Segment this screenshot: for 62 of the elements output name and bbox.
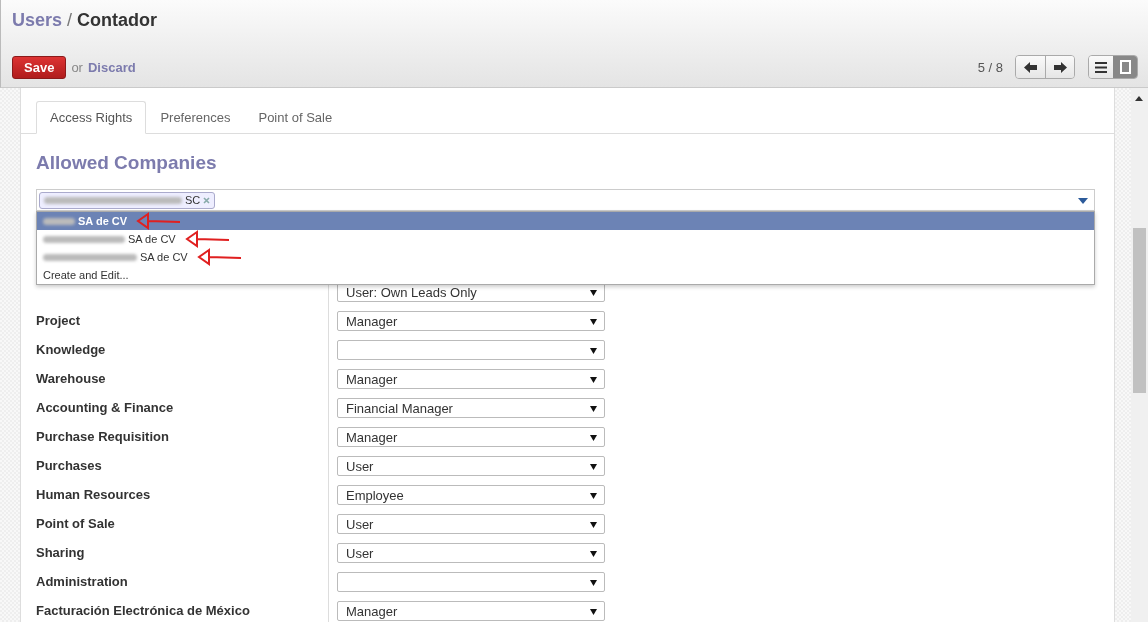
breadcrumb-link[interactable]: Users bbox=[12, 10, 63, 40]
select-field[interactable] bbox=[337, 572, 605, 592]
caret-icon bbox=[590, 319, 597, 325]
field-label: Sharing bbox=[36, 545, 85, 560]
scrollbar-thumb[interactable] bbox=[1133, 228, 1146, 393]
caret-icon bbox=[590, 290, 597, 296]
caret-icon bbox=[590, 435, 597, 441]
dropdown-option[interactable]: SA de CV bbox=[37, 248, 1094, 266]
tab[interactable]: Preferences bbox=[146, 101, 245, 134]
select-field[interactable]: User bbox=[337, 543, 605, 563]
select-field[interactable]: Employee bbox=[337, 485, 605, 505]
caret-icon bbox=[590, 348, 597, 354]
breadcrumb-separator: / bbox=[67, 10, 73, 32]
caret-icon bbox=[590, 580, 597, 586]
scroll-up-icon[interactable] bbox=[1135, 96, 1143, 101]
caret-icon bbox=[590, 609, 597, 615]
field-label: Knowledge bbox=[36, 342, 106, 357]
field-label: Administration bbox=[36, 574, 128, 589]
field-label: Human Resources bbox=[36, 487, 151, 502]
tab[interactable]: Access Rights bbox=[36, 101, 147, 134]
scrollbar[interactable] bbox=[1131, 88, 1148, 622]
pager-counter: 5 / 8 bbox=[977, 59, 1003, 75]
dropdown-option[interactable]: SA de CV bbox=[37, 212, 1094, 230]
select-field[interactable]: User bbox=[337, 456, 605, 476]
field-label: Point of Sale bbox=[36, 516, 115, 531]
or-text: or bbox=[71, 59, 83, 75]
tag-label: SC bbox=[185, 194, 201, 206]
list-view-button[interactable] bbox=[1089, 56, 1113, 78]
select-field[interactable]: Manager bbox=[337, 311, 605, 331]
record-title: Contador bbox=[77, 10, 158, 32]
field-label: Warehouse bbox=[36, 371, 106, 386]
select-field[interactable]: Manager bbox=[337, 601, 605, 621]
caret-icon bbox=[590, 522, 597, 528]
create-and-edit-option[interactable]: Create and Edit... bbox=[37, 266, 1094, 284]
select-field[interactable]: User bbox=[337, 514, 605, 534]
remove-tag-icon[interactable] bbox=[203, 196, 211, 204]
left-arrow-icon bbox=[1024, 61, 1037, 73]
caret-icon bbox=[590, 464, 597, 470]
field-label: Project bbox=[36, 313, 81, 328]
field-label: Purchase Requisition bbox=[36, 429, 169, 444]
caret-icon bbox=[590, 493, 597, 499]
list-icon bbox=[1095, 61, 1107, 73]
tab[interactable]: Point of Sale bbox=[244, 101, 347, 134]
field-label: Purchases bbox=[36, 458, 102, 473]
section-title: Allowed Companies bbox=[36, 152, 218, 174]
previous-button[interactable] bbox=[1016, 56, 1045, 78]
next-button[interactable] bbox=[1045, 56, 1074, 78]
field-label: Facturación Electrónica de México bbox=[36, 603, 250, 618]
select-field[interactable]: Manager bbox=[337, 369, 605, 389]
caret-icon bbox=[590, 551, 597, 557]
select-field[interactable] bbox=[337, 340, 605, 360]
caret-icon bbox=[590, 406, 597, 412]
select-field[interactable]: Financial Manager bbox=[337, 398, 605, 418]
form-icon bbox=[1119, 60, 1131, 74]
caret-icon bbox=[590, 377, 597, 383]
select-field[interactable]: User: Own Leads Only bbox=[337, 282, 605, 302]
field-label: Accounting & Finance bbox=[36, 400, 174, 415]
save-button[interactable]: Save bbox=[12, 55, 67, 79]
select-field[interactable]: Manager bbox=[337, 427, 605, 447]
right-arrow-icon bbox=[1053, 61, 1067, 73]
dropdown-option[interactable]: SA de CV bbox=[37, 230, 1094, 248]
caret-icon bbox=[1078, 198, 1088, 204]
